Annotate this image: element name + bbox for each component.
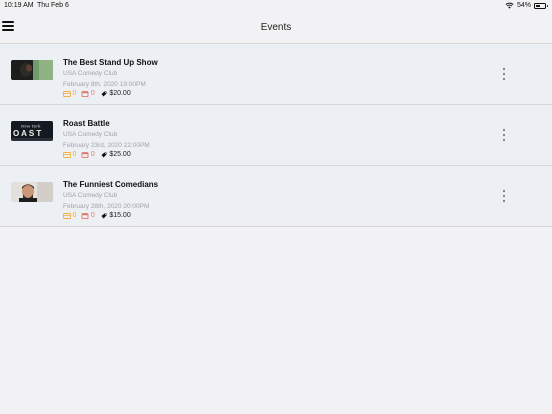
- more-options-icon[interactable]: [498, 127, 510, 143]
- event-stats: 0 0 $15.00: [63, 212, 136, 219]
- event-price: $20.00: [109, 90, 131, 97]
- bookings-stat: 0: [81, 212, 95, 219]
- event-title: The Best Stand Up Show: [63, 58, 158, 67]
- status-date: Thu Feb 6: [37, 2, 69, 9]
- price-tag-icon: [101, 152, 107, 157]
- bookings-count: 0: [90, 212, 95, 219]
- more-options-icon[interactable]: [498, 188, 510, 204]
- battery-fill: [536, 4, 541, 7]
- event-datetime: February 23rd, 2020 22:00PM: [63, 142, 150, 149]
- battery-percent: 54%: [516, 2, 531, 9]
- event-row[interactable]: The Funniest Comedians USA Comedy Club F…: [0, 166, 552, 227]
- bookings-count: 0: [90, 90, 95, 97]
- ticket-icon: [63, 151, 71, 158]
- event-thumbnail: New York O A S T: [11, 121, 53, 141]
- event-title: Roast Battle: [63, 119, 110, 128]
- event-price: $25.00: [109, 151, 131, 158]
- nav-bar: Events: [0, 12, 552, 44]
- price-stat: $15.00: [100, 212, 131, 219]
- bookings-count: 0: [90, 151, 95, 158]
- tickets-count: 0: [72, 151, 77, 158]
- event-venue: USA Comedy Club: [63, 70, 118, 77]
- price-tag-icon: [101, 91, 107, 96]
- page-title: Events: [260, 22, 292, 33]
- tickets-count: 0: [72, 90, 77, 97]
- battery-nub: [546, 4, 548, 7]
- event-price: $15.00: [109, 212, 131, 219]
- svg-text:O A S T: O A S T: [13, 129, 41, 138]
- battery-icon: [534, 2, 548, 9]
- event-thumbnail: [11, 60, 53, 80]
- calendar-icon: [81, 151, 89, 158]
- calendar-icon: [81, 90, 89, 97]
- tickets-stat: 0: [63, 212, 76, 219]
- bookings-stat: 0: [81, 151, 95, 158]
- event-thumbnail: [11, 182, 53, 202]
- ticket-icon: [63, 90, 71, 97]
- status-bar: 10:19 AM Thu Feb 6 54%: [0, 0, 552, 12]
- calendar-icon: [81, 212, 89, 219]
- price-stat: $25.00: [100, 151, 131, 158]
- status-right: 54%: [505, 2, 548, 9]
- event-datetime: February 28th, 2020 20:00PM: [63, 203, 150, 210]
- more-options-icon[interactable]: [498, 66, 510, 82]
- price-stat: $20.00: [100, 90, 131, 97]
- thumbnail-caption: New York: [20, 124, 41, 129]
- event-list: The Best Stand Up Show USA Comedy Club F…: [0, 44, 552, 227]
- event-row[interactable]: New York O A S T Roast Battle USA Comedy…: [0, 105, 552, 166]
- bookings-stat: 0: [81, 90, 95, 97]
- event-venue: USA Comedy Club: [63, 131, 118, 138]
- event-stats: 0 0 $25.00: [63, 151, 136, 158]
- event-row[interactable]: The Best Stand Up Show USA Comedy Club F…: [0, 44, 552, 105]
- status-time: 10:19 AM: [4, 2, 34, 9]
- event-venue: USA Comedy Club: [63, 192, 118, 199]
- tickets-stat: 0: [63, 151, 76, 158]
- ticket-icon: [63, 212, 71, 219]
- event-stats: 0 0 $20.00: [63, 90, 136, 97]
- wifi-icon: [505, 2, 514, 9]
- price-tag-icon: [101, 213, 107, 218]
- tickets-count: 0: [72, 212, 77, 219]
- event-datetime: February 8th, 2020 19:00PM: [63, 81, 146, 88]
- tickets-stat: 0: [63, 90, 76, 97]
- event-title: The Funniest Comedians: [63, 180, 159, 189]
